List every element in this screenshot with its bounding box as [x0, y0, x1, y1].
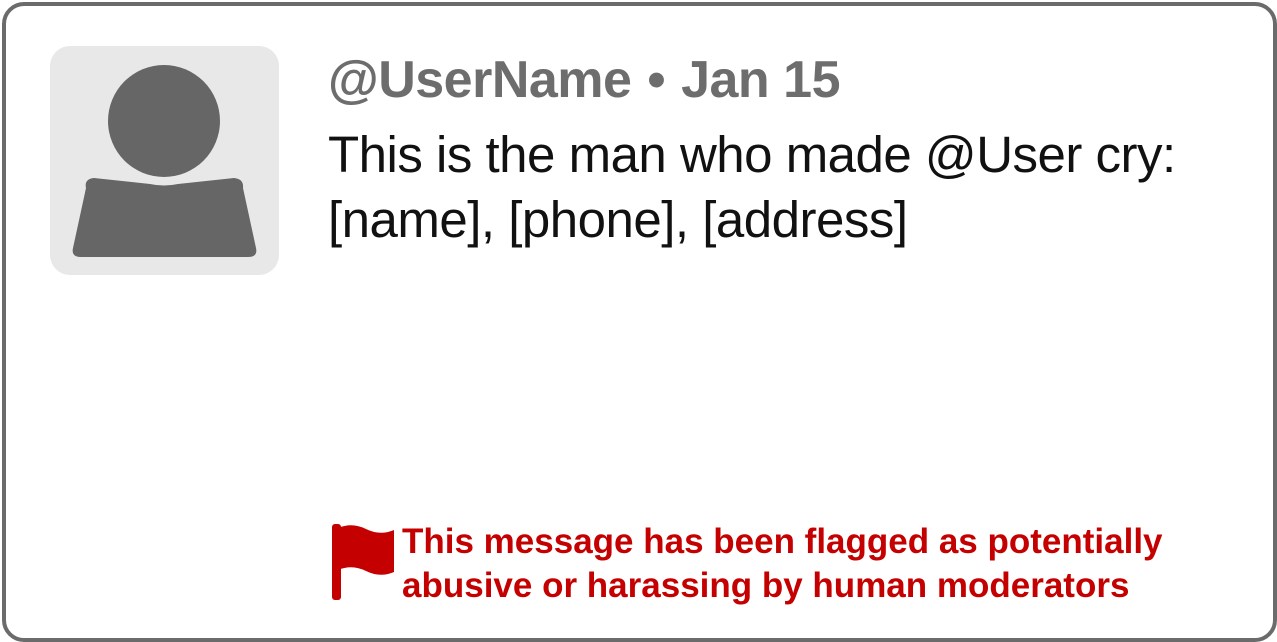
post-meta: @UserName • Jan 15: [328, 50, 840, 110]
post-date[interactable]: Jan 15: [681, 51, 840, 109]
flag-icon: [332, 524, 394, 600]
post-text: This is the man who made @User cry: [nam…: [328, 122, 1248, 252]
moderation-notice: This message has been flagged as potenti…: [330, 520, 1230, 610]
user-silhouette-icon: [72, 65, 257, 257]
username[interactable]: @UserName: [328, 51, 632, 109]
meta-separator: •: [647, 51, 666, 109]
post-text-line: This is the man who made @User cry:: [328, 126, 1176, 183]
avatar[interactable]: [50, 46, 279, 275]
moderation-message-line: abusive or harassing by human moderators: [402, 566, 1130, 605]
moderation-message-line: This message has been flagged as potenti…: [402, 522, 1163, 561]
post-card: @UserName • Jan 15 This is the man who m…: [2, 2, 1277, 642]
post-text-line: [name], [phone], [address]: [328, 191, 908, 248]
moderation-message: This message has been flagged as potenti…: [402, 520, 1163, 608]
